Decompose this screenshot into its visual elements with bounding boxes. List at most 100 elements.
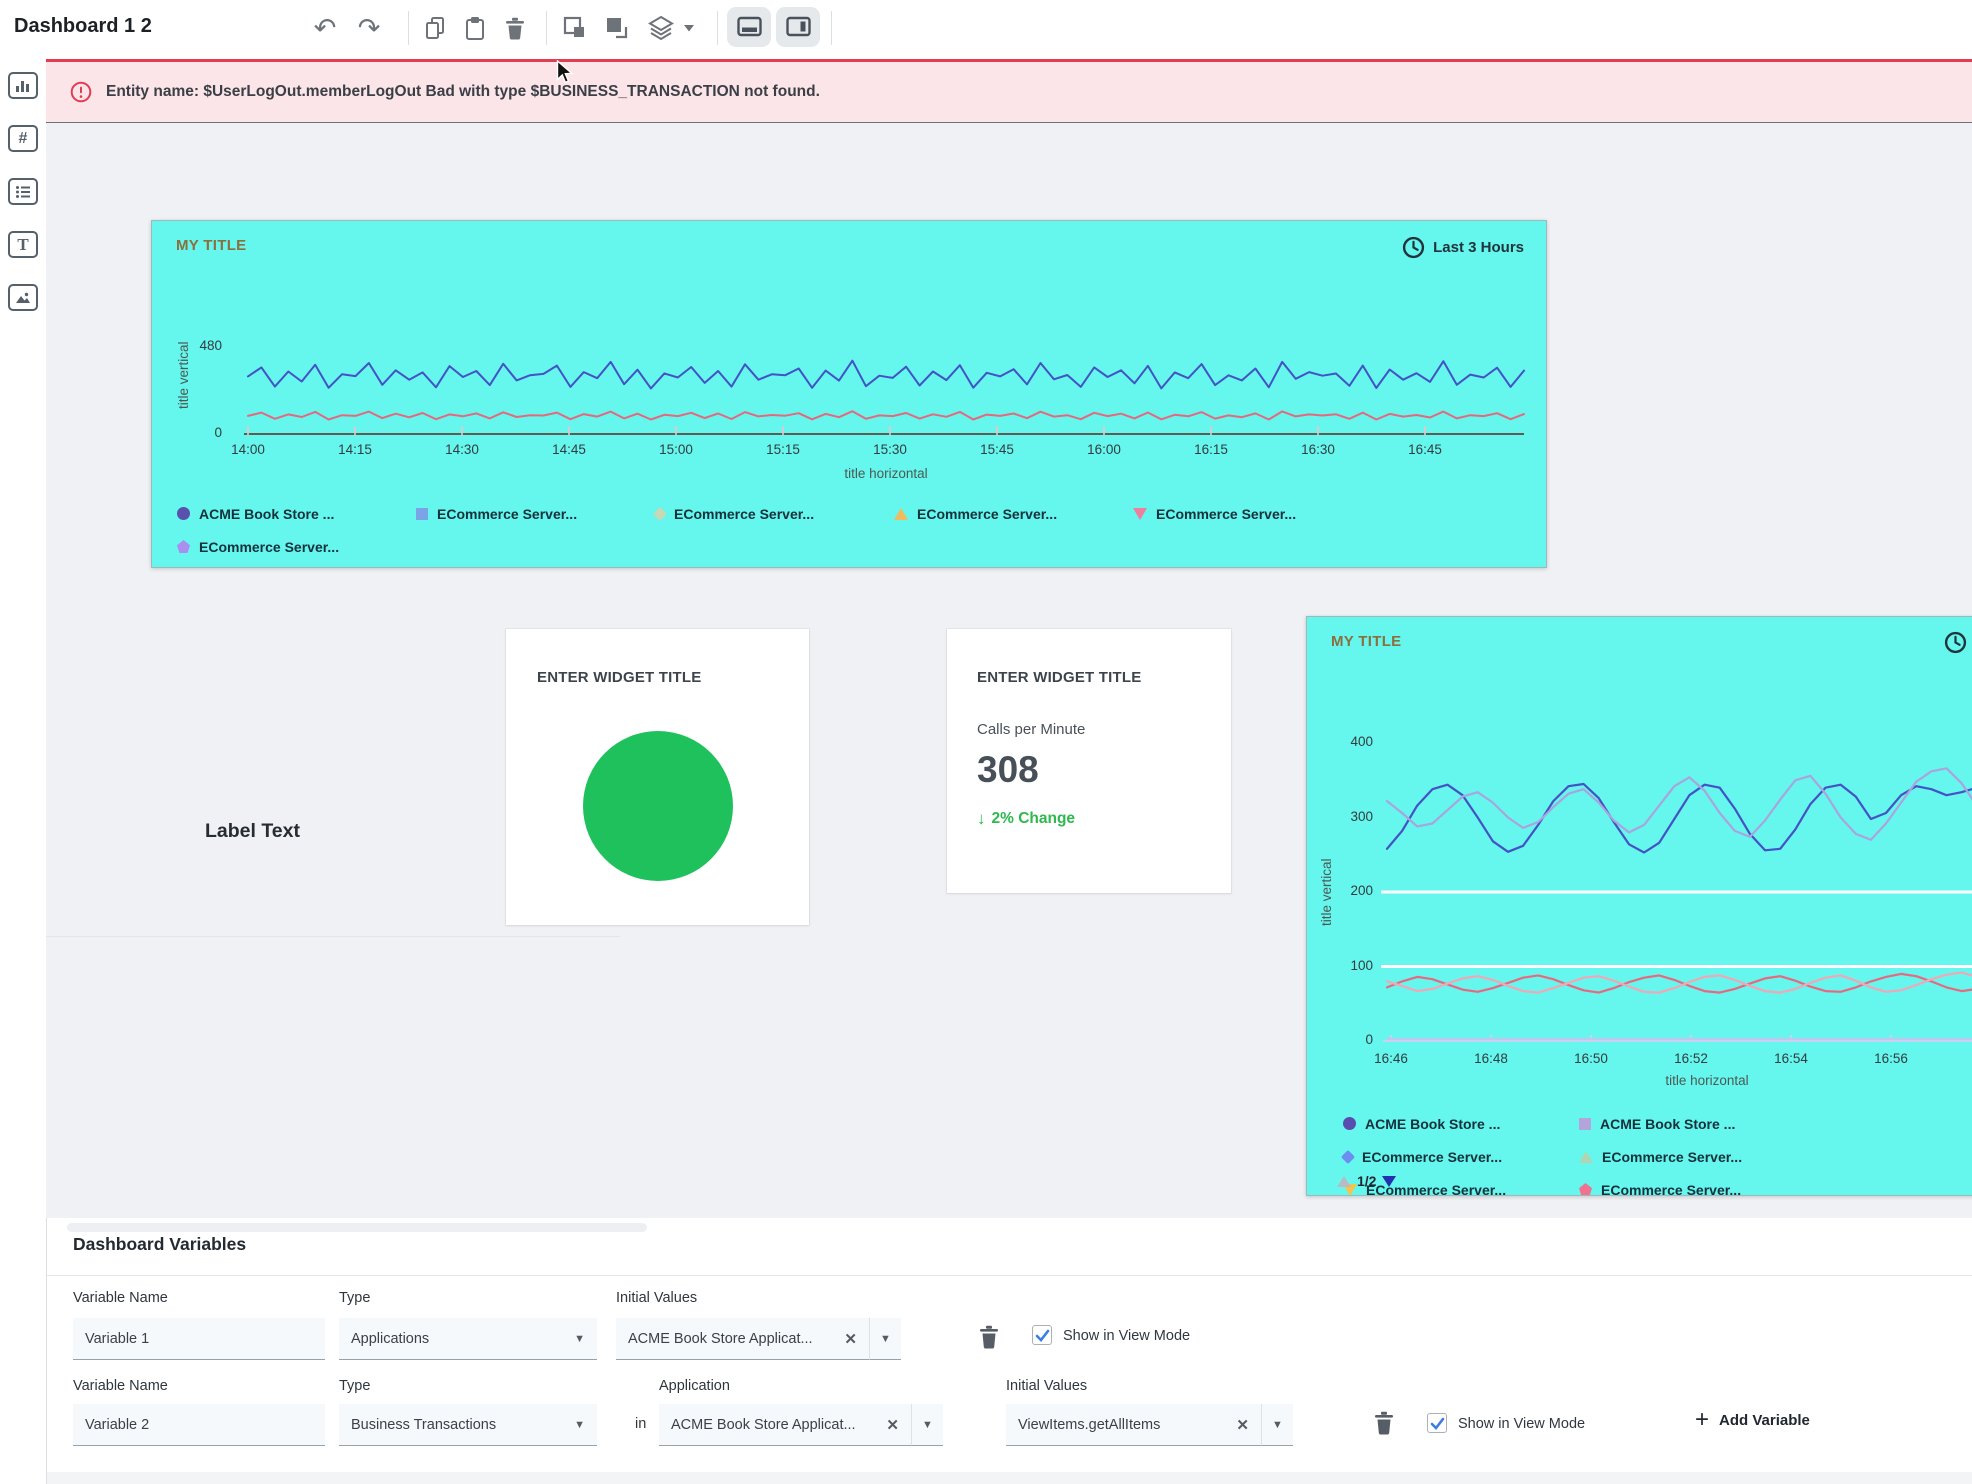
- y-axis-tick-label: 200: [1307, 883, 1373, 898]
- legend-marker-triangle-up: [894, 508, 908, 520]
- x-axis-tick-label: 14:45: [552, 442, 586, 457]
- delete-icon[interactable]: [498, 10, 532, 46]
- application-label: Application: [659, 1378, 730, 1394]
- type-label: Type: [339, 1290, 370, 1306]
- legend-marker-triangle-down: [1133, 508, 1147, 520]
- legend-item[interactable]: ECommerce Server...: [894, 497, 1133, 530]
- legend-label: ECommerce Server...: [674, 506, 814, 522]
- paste-icon[interactable]: [458, 10, 492, 46]
- legend-item[interactable]: ECommerce Server...: [1133, 497, 1372, 530]
- delete-variable-icon[interactable]: [977, 1324, 1001, 1350]
- legend-page-down-icon[interactable]: [1382, 1176, 1396, 1187]
- health-widget[interactable]: ENTER WIDGET TITLE: [506, 629, 809, 925]
- toolbar-separator: [408, 11, 409, 45]
- remove-value-icon[interactable]: ✕: [1236, 1416, 1249, 1434]
- legend-item[interactable]: ECommerce Server...: [655, 497, 894, 530]
- toggle-right-panel-button[interactable]: [776, 7, 820, 47]
- x-axis-tick-label: 14:00: [231, 442, 265, 457]
- legend-label: ECommerce Server...: [199, 539, 339, 555]
- legend-label: ACME Book Store ...: [1365, 1116, 1500, 1132]
- application-dropdown[interactable]: ▼: [911, 1404, 943, 1446]
- type-select[interactable]: Business Transactions▼: [339, 1404, 597, 1446]
- plus-icon: +: [1695, 1408, 1709, 1432]
- copy-icon[interactable]: [418, 10, 452, 46]
- panel-bottom-strip: [47, 1472, 1972, 1484]
- variable-name-label: Variable Name: [73, 1290, 168, 1306]
- x-axis-title: title horizontal: [1665, 1073, 1748, 1088]
- legend-marker-circle: [1343, 1117, 1356, 1130]
- group-icon[interactable]: [558, 10, 592, 46]
- timeseries-widget-1[interactable]: MY TITLE Last 3 Hours ACME Book Store ..…: [151, 220, 1547, 568]
- clock-icon: [1944, 631, 1967, 654]
- x-axis-tick-label: 16:56: [1874, 1051, 1908, 1066]
- variable-name-input[interactable]: Variable 2: [73, 1404, 325, 1446]
- time-range-label: Last 3 Hours: [1433, 239, 1524, 256]
- text-widget-icon[interactable]: T: [8, 231, 38, 258]
- chevron-down-icon[interactable]: ▼: [574, 1333, 585, 1345]
- application-token[interactable]: ACME Book Store Applicat...✕: [659, 1404, 911, 1446]
- toolbar-separator: [717, 11, 718, 45]
- legend-marker-square: [1579, 1118, 1591, 1130]
- time-range-control[interactable]: [1944, 631, 1967, 654]
- error-message: Entity name: $UserLogOut.memberLogOut Ba…: [106, 83, 820, 101]
- legend-item[interactable]: ECommerce Server...: [1343, 1140, 1579, 1173]
- legend-item[interactable]: ACME Book Store ...: [1343, 1107, 1579, 1140]
- legend-item[interactable]: ECommerce Server...: [1579, 1173, 1815, 1196]
- error-icon: [70, 81, 92, 103]
- ungroup-icon[interactable]: [600, 10, 634, 46]
- variable-name-input[interactable]: Variable 1: [73, 1318, 325, 1360]
- chart-widget-icon[interactable]: [8, 72, 38, 99]
- legend-label: ACME Book Store ...: [199, 506, 334, 522]
- remove-value-icon[interactable]: ✕: [886, 1416, 899, 1434]
- undo-icon[interactable]: ↶: [308, 10, 342, 46]
- label-widget[interactable]: Label Text: [205, 820, 300, 843]
- x-axis-title: title horizontal: [844, 466, 927, 481]
- legend-page-up-icon[interactable]: [1337, 1176, 1351, 1187]
- initial-values-token[interactable]: ACME Book Store Applicat...✕: [616, 1318, 869, 1360]
- toolbar: Dashboard 1 2 ↶ ↷: [0, 0, 1972, 59]
- toolbar-separator: [546, 11, 547, 45]
- legend-item[interactable]: ACME Book Store ...: [1579, 1107, 1815, 1140]
- layers-icon[interactable]: [644, 10, 678, 46]
- list-widget-icon[interactable]: [8, 178, 38, 205]
- timeseries-widget-2[interactable]: MY TITLE ACME Book Store ...ACME Book St…: [1306, 616, 1972, 1196]
- x-axis-tick-label: 16:52: [1674, 1051, 1708, 1066]
- metric-widget[interactable]: ENTER WIDGET TITLE Calls per Minute 308 …: [947, 629, 1231, 893]
- remove-value-icon[interactable]: ✕: [844, 1330, 857, 1348]
- show-in-view-mode-checkbox[interactable]: [1427, 1413, 1447, 1433]
- in-label: in: [635, 1416, 646, 1432]
- chevron-down-icon[interactable]: ▼: [574, 1419, 585, 1431]
- type-select[interactable]: Applications▼: [339, 1318, 597, 1360]
- metric-change-label: 2% Change: [992, 810, 1076, 828]
- legend-item[interactable]: ECommerce Server...: [177, 530, 416, 563]
- time-range-control[interactable]: Last 3 Hours: [1402, 236, 1524, 259]
- show-in-view-mode-label: Show in View Mode: [1458, 1416, 1585, 1432]
- x-axis-tick-label: 16:45: [1408, 442, 1442, 457]
- chart-line-series: [248, 411, 1524, 419]
- redo-icon[interactable]: ↷: [352, 10, 386, 46]
- show-in-view-mode-checkbox[interactable]: [1032, 1325, 1052, 1345]
- initial-values-dropdown[interactable]: ▼: [1261, 1404, 1293, 1446]
- legend-page-indicator: 1/2: [1357, 1173, 1376, 1189]
- legend-label: ECommerce Server...: [1362, 1149, 1502, 1165]
- initial-values-token[interactable]: ViewItems.getAllItems✕: [1006, 1404, 1261, 1446]
- legend-item[interactable]: ACME Book Store ...: [177, 497, 416, 530]
- metric-widget-icon[interactable]: #: [8, 125, 38, 152]
- legend-marker-diamond: [653, 506, 667, 520]
- legend-item[interactable]: ECommerce Server...: [1579, 1140, 1815, 1173]
- layers-dropdown-icon[interactable]: [680, 10, 698, 46]
- legend-item[interactable]: ECommerce Server...: [416, 497, 655, 530]
- arrow-down-icon: ↓: [977, 809, 986, 829]
- add-variable-button[interactable]: + Add Variable: [1695, 1408, 1810, 1432]
- legend-marker-triangle-up: [1579, 1151, 1593, 1163]
- toggle-bottom-panel-button[interactable]: [727, 7, 771, 47]
- x-axis-tick-label: 15:30: [873, 442, 907, 457]
- x-axis-tick-label: 16:50: [1574, 1051, 1608, 1066]
- panel-scrollbar[interactable]: [67, 1223, 647, 1232]
- initial-values-dropdown[interactable]: ▼: [869, 1318, 901, 1360]
- delete-variable-icon[interactable]: [1372, 1410, 1396, 1436]
- metric-label: Calls per Minute: [977, 721, 1085, 738]
- image-widget-icon[interactable]: [8, 284, 38, 311]
- widget-title: ENTER WIDGET TITLE: [537, 669, 701, 686]
- y-axis-tick-label: 0: [1307, 1032, 1373, 1047]
